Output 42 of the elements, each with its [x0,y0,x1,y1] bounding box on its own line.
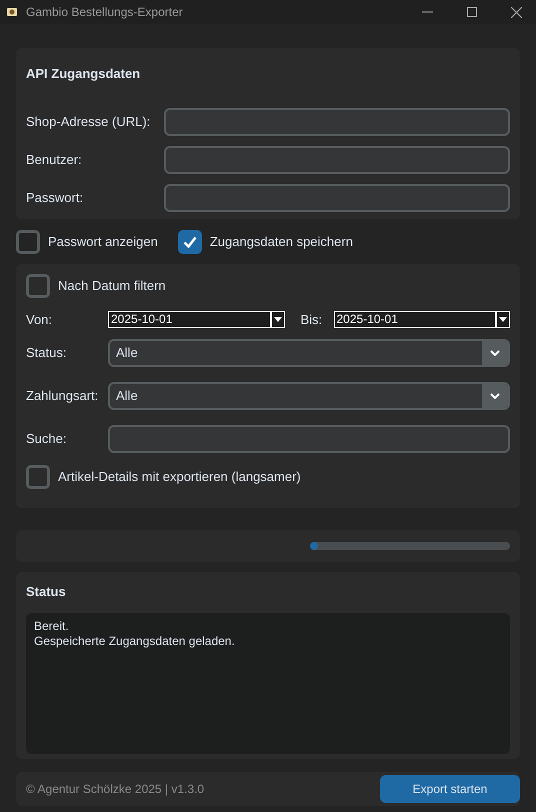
caret-icon [499,317,507,322]
input-field[interactable] [164,108,510,136]
checkbox-label: Artikel-Details mit exportieren (langsamer) [58,468,301,486]
dropdown[interactable]: Alle [108,338,510,366]
dropdown[interactable]: Alle [108,382,510,410]
chevron-down-icon [490,392,500,398]
maximize-icon[interactable] [467,7,477,17]
log-line: Bereit. [34,618,70,634]
checkbox[interactable] [26,274,50,298]
field-label: Bis: [300,311,324,329]
field-label: Benutzer: [26,150,83,169]
minimize-icon[interactable] [422,11,433,13]
copyright-text: © Agentur Schölzke 2025 | v1.3.0 [26,781,206,798]
date-field[interactable]: 2025-10-01 [108,311,270,328]
app-icon [6,6,18,18]
field-label: Suche: [26,430,68,448]
dropdown-button[interactable] [496,311,510,328]
chevron-down-icon [490,350,500,356]
export-button[interactable]: Export starten [380,775,520,803]
checkbox-label: Zugangsdaten speichern [210,232,353,251]
input-field[interactable] [164,146,510,174]
date-field[interactable]: 2025-10-01 [334,311,496,328]
checkbox-label: Nach Datum filtern [58,277,166,296]
log-line: Gespeicherte Zugangsdaten geladen. [34,634,236,648]
close-icon[interactable] [511,6,522,18]
field-label: Status: [26,344,68,362]
field-label: Von: [26,311,54,329]
caret-icon [274,317,282,322]
field-label: Zahlungsart: [26,386,100,405]
panel-title: Status [26,583,67,601]
checkbox[interactable] [26,464,50,488]
field-label: Passwort: [26,188,84,207]
search-field[interactable] [108,424,510,452]
dropdown-button[interactable] [270,311,284,328]
panel-title: API Zugangsdaten [26,65,142,83]
checkbox[interactable] [178,230,202,254]
checkmark-icon [182,236,197,248]
field-label: Shop-Adresse (URL): [26,112,152,131]
checkbox-label: Passwort anzeigen [48,232,158,251]
input-field[interactable] [164,184,510,212]
window-title: Gambio Bestellungs-Exporter [26,4,184,21]
checkbox[interactable] [16,230,40,254]
